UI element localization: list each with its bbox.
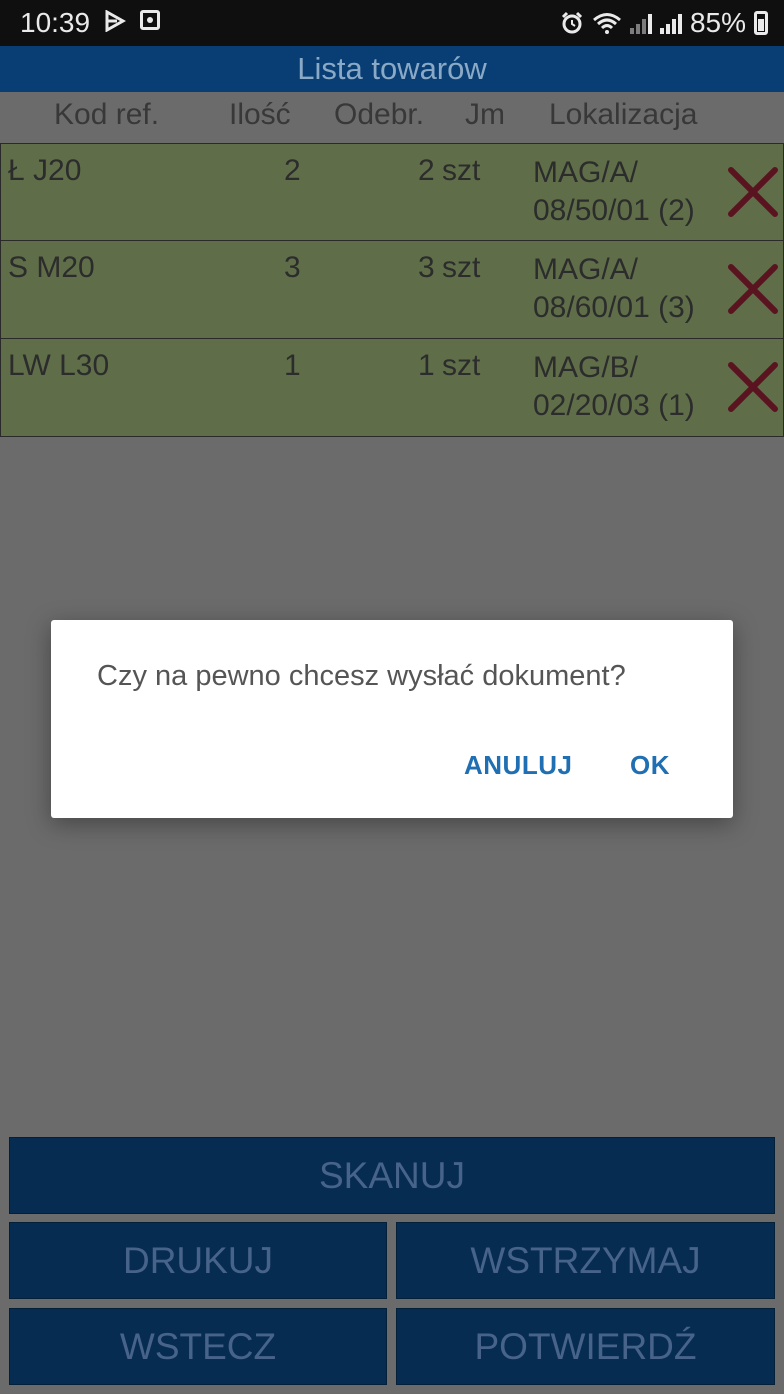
cancel-button[interactable]: ANULUJ [464,750,572,781]
scan-button[interactable]: SKANUJ [9,1137,775,1214]
item-unit: szt [442,251,481,284]
hold-button[interactable]: WSTRZYMAJ [396,1222,775,1299]
column-header-odebr: Odebr. [334,98,425,131]
item-location-line2: 08/50/01 (2) [533,194,695,227]
item-received: 2 [418,154,435,187]
play-store-icon [105,10,126,32]
item-location: MAG/B/ 02/20/03 (1) [533,349,695,425]
back-button[interactable]: WSTECZ [9,1308,387,1385]
battery-percent: 85% [689,7,746,38]
column-header-ilosc: Ilość [229,98,291,131]
dialog-message: Czy na pewno chcesz wysłać dokument? [97,660,626,692]
item-location: MAG/A/ 08/50/01 (2) [533,154,695,230]
item-location-line1: MAG/A/ [533,156,639,189]
item-location-line2: 02/20/03 (1) [533,389,695,422]
item-received: 3 [418,251,435,284]
alarm-icon [561,11,583,34]
item-location-line2: 08/60/01 (3) [533,291,695,324]
list-item[interactable]: Ł J20 2 2 szt MAG/A/ 08/50/01 (2) [0,143,784,241]
delete-icon[interactable] [727,166,779,218]
signal-icon [659,12,682,34]
ok-button[interactable]: OK [630,750,670,781]
item-code: LW L30 [8,349,110,382]
confirm-button[interactable]: POTWIERDŹ [396,1308,775,1385]
item-location: MAG/A/ 08/60/01 (3) [533,251,695,327]
item-list: Ł J20 2 2 szt MAG/A/ 08/50/01 (2) S M20 … [0,143,784,437]
app-notification-icon [140,10,160,30]
column-header-jm: Jm [465,98,505,131]
delete-icon[interactable] [727,361,779,413]
item-quantity: 3 [284,251,301,284]
page-title: Lista towarów [0,46,784,92]
status-time: 10:39 [20,7,91,38]
item-unit: szt [442,349,481,382]
item-location-line1: MAG/B/ [533,351,639,384]
item-quantity: 1 [284,349,301,382]
status-bar: 10:39 85% [0,0,784,46]
delete-icon[interactable] [727,263,779,315]
list-item[interactable]: S M20 3 3 szt MAG/A/ 08/60/01 (3) [0,241,784,339]
item-unit: szt [442,154,481,187]
print-button[interactable]: DRUKUJ [9,1222,387,1299]
list-item[interactable]: LW L30 1 1 szt MAG/B/ 02/20/03 (1) [0,339,784,437]
item-code: Ł J20 [8,154,82,187]
column-header-lokalizacja: Lokalizacja [549,98,698,131]
item-quantity: 2 [284,154,301,187]
item-location-line1: MAG/A/ [533,253,639,286]
wifi-icon [592,13,621,34]
column-header-kod: Kod ref. [54,98,160,131]
battery-charging-icon [754,11,768,35]
signal-icon [629,12,652,34]
item-code: S M20 [8,251,95,284]
item-received: 1 [418,349,435,382]
confirm-dialog: Czy na pewno chcesz wysłać dokument? ANU… [51,620,733,818]
